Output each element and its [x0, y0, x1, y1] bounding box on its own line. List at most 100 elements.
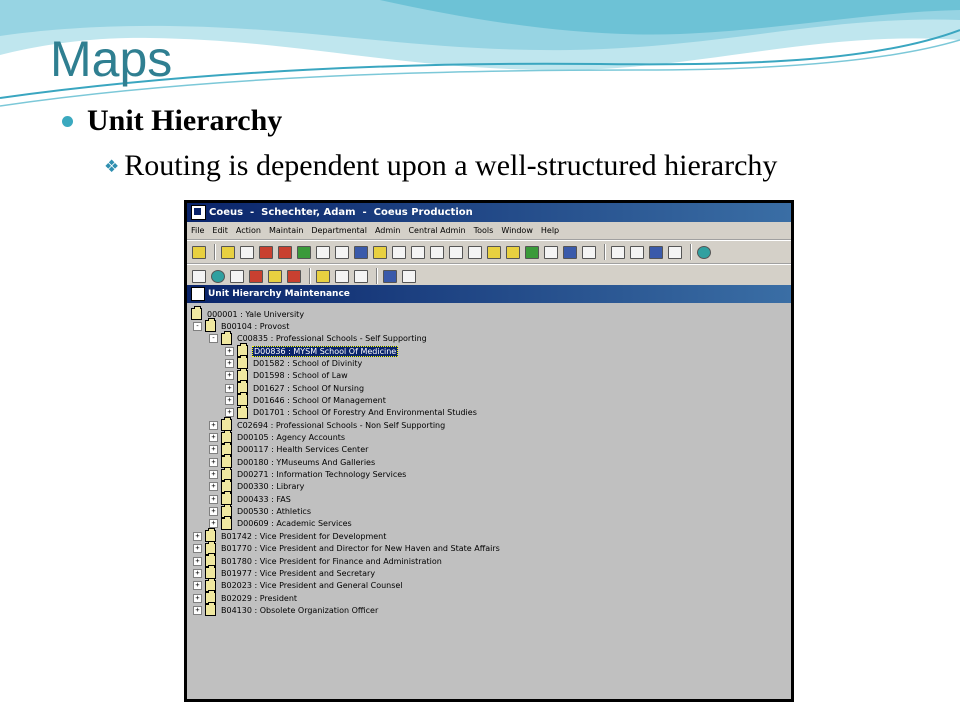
menu-item-help[interactable]: Help	[541, 226, 559, 235]
tree-node[interactable]: + D00117 : Health Services Center	[209, 441, 369, 456]
toolbar-button-icon-19[interactable]	[543, 244, 559, 260]
tree-node-label[interactable]: B01977 : Vice President and Secretary	[220, 569, 376, 578]
expand-icon[interactable]: +	[193, 568, 202, 578]
expand-icon[interactable]: +	[209, 445, 218, 455]
expand-icon[interactable]: +	[225, 358, 234, 368]
expand-icon[interactable]: +	[209, 494, 218, 504]
toolbar-button-icon-18[interactable]	[524, 244, 540, 260]
tree-node[interactable]: + D00433 : FAS	[209, 491, 292, 506]
expand-icon[interactable]: +	[209, 519, 218, 529]
tree-node-label[interactable]: B04130 : Obsolete Organization Officer	[220, 606, 379, 615]
expand-icon[interactable]: +	[225, 371, 234, 381]
tree-node-label[interactable]: C02694 : Professional Schools - Non Self…	[236, 421, 446, 430]
tree-node-label[interactable]: D00530 : Athletics	[236, 507, 312, 516]
expand-icon[interactable]: +	[193, 556, 202, 566]
tree-node-label[interactable]: D01627 : School Of Nursing	[252, 384, 365, 393]
toolbar2-button-icon-7[interactable]	[315, 268, 331, 284]
tree-node[interactable]: + B01780 : Vice President for Finance and…	[193, 553, 443, 567]
menu-item-admin[interactable]: Admin	[375, 226, 401, 235]
tree-node[interactable]: - B00104 : Provost	[193, 318, 290, 333]
toolbar2-button-icon-9[interactable]	[353, 268, 369, 284]
tree-node-label[interactable]: C00835 : Professional Schools - Self Sup…	[236, 334, 428, 343]
child-titlebar[interactable]: Unit Hierarchy Maintenance	[187, 285, 791, 303]
toolbar-button-icon-2[interactable]	[220, 244, 236, 260]
tree-node[interactable]: + B02023 : Vice President and General Cou…	[193, 577, 404, 592]
tree-node[interactable]: + D01701 : School Of Forestry And Environ…	[225, 404, 478, 419]
tree-node-label[interactable]: B00104 : Provost	[220, 322, 290, 331]
toolbar-button-icon-17[interactable]	[505, 244, 521, 260]
tree-node-label[interactable]: D00271 : Information Technology Services	[236, 470, 407, 479]
tree-node-label[interactable]: D00117 : Health Services Center	[236, 445, 369, 454]
toolbar2-button-icon-5[interactable]	[267, 268, 283, 284]
toolbar-button-icon-25[interactable]	[667, 244, 683, 260]
expand-icon[interactable]: +	[209, 482, 218, 492]
menu-item-action[interactable]: Action	[236, 226, 261, 235]
toolbar2-button-icon-10[interactable]	[382, 268, 398, 284]
tree-node-label[interactable]: D01582 : School of Divinity	[252, 359, 363, 368]
collapse-icon[interactable]: -	[209, 334, 218, 344]
expand-icon[interactable]: +	[225, 383, 234, 393]
toolbar-button-icon-21[interactable]	[581, 244, 597, 260]
tree-node-label[interactable]: D00330 : Library	[236, 482, 305, 491]
toolbar-button-icon-3[interactable]	[239, 244, 255, 260]
tree-node-label[interactable]: D00609 : Academic Services	[236, 519, 353, 528]
tree-node-label[interactable]: B01770 : Vice President and Director for…	[220, 544, 501, 553]
menu-item-maintain[interactable]: Maintain	[269, 226, 303, 235]
toolbar-button-icon-16[interactable]	[486, 244, 502, 260]
toolbar-button-icon-23[interactable]	[629, 244, 645, 260]
toolbar2-button-icon-2[interactable]	[210, 268, 226, 284]
tree-node[interactable]: + D01646 : School Of Management	[225, 392, 387, 407]
expand-icon[interactable]: +	[193, 544, 202, 554]
expand-icon[interactable]: +	[225, 408, 234, 418]
tree-node[interactable]: + D00180 : YMuseums And Galleries	[209, 454, 376, 469]
tree-node-label[interactable]: D00836 : MYSM School Of Medicine	[252, 345, 399, 357]
toolbar-button-icon-6[interactable]	[296, 244, 312, 260]
toolbar2-button-icon-1[interactable]	[191, 268, 207, 284]
toolbar-button-icon-24[interactable]	[648, 244, 664, 260]
toolbar2-button-icon-6[interactable]	[286, 268, 302, 284]
toolbar2-button-icon-4[interactable]	[248, 268, 264, 284]
expand-icon[interactable]: +	[209, 420, 218, 430]
menu-item-window[interactable]: Window	[501, 226, 533, 235]
toolbar-button-icon-22[interactable]	[610, 244, 626, 260]
expand-icon[interactable]: +	[225, 346, 234, 356]
toolbar-button-icon-20[interactable]	[562, 244, 578, 260]
toolbar-button-icon-1[interactable]	[191, 244, 207, 260]
toolbar-button-icon-15[interactable]	[467, 244, 483, 260]
tree-node-label[interactable]: B01780 : Vice President for Finance and …	[220, 557, 443, 566]
menu-item-file[interactable]: File	[191, 226, 204, 235]
tree-node[interactable]: + B04130 : Obsolete Organization Officer	[193, 602, 379, 617]
expand-icon[interactable]: +	[193, 581, 202, 591]
tree-node-label[interactable]: 000001 : Yale University	[206, 310, 305, 319]
tree-node[interactable]: + B01770 : Vice President and Director fo…	[193, 540, 501, 555]
collapse-icon[interactable]: -	[193, 321, 202, 331]
tree-node[interactable]: + D00836 : MYSM School Of Medicine	[225, 343, 399, 358]
expand-icon[interactable]: +	[209, 507, 218, 517]
menu-item-central-admin[interactable]: Central Admin	[408, 226, 465, 235]
toolbar-button-icon-11[interactable]	[391, 244, 407, 260]
expand-icon[interactable]: +	[193, 531, 202, 541]
tree-node[interactable]: + C02694 : Professional Schools - Non Sel…	[209, 417, 446, 432]
toolbar-button-icon-9[interactable]	[353, 244, 369, 260]
toolbar-button-icon-8[interactable]	[334, 244, 350, 260]
tree-node-label[interactable]: D00433 : FAS	[236, 495, 292, 504]
toolbar2-button-icon-3[interactable]	[229, 268, 245, 284]
menu-item-departmental[interactable]: Departmental	[311, 226, 367, 235]
tree-node-label[interactable]: D00180 : YMuseums And Galleries	[236, 458, 376, 467]
tree-node-label[interactable]: B01742 : Vice President for Development	[220, 532, 387, 541]
tree-node[interactable]: + B01977 : Vice President and Secretary	[193, 565, 376, 580]
tree-node-label[interactable]: B02023 : Vice President and General Coun…	[220, 581, 404, 590]
toolbar2-button-icon-11[interactable]	[401, 268, 417, 284]
toolbar-button-icon-5[interactable]	[277, 244, 293, 260]
tree-node[interactable]: + D00609 : Academic Services	[209, 515, 353, 530]
expand-icon[interactable]: +	[209, 457, 218, 467]
expand-icon[interactable]: +	[193, 605, 202, 615]
toolbar-button-icon-12[interactable]	[410, 244, 426, 260]
toolbar-button-icon-26[interactable]	[696, 244, 712, 260]
tree-node[interactable]: + B01742 : Vice President for Development	[193, 528, 387, 543]
expand-icon[interactable]: +	[209, 470, 218, 480]
tree-node-label[interactable]: B02029 : President	[220, 594, 298, 603]
menu-item-edit[interactable]: Edit	[212, 226, 228, 235]
toolbar-button-icon-13[interactable]	[429, 244, 445, 260]
toolbar-button-icon-10[interactable]	[372, 244, 388, 260]
